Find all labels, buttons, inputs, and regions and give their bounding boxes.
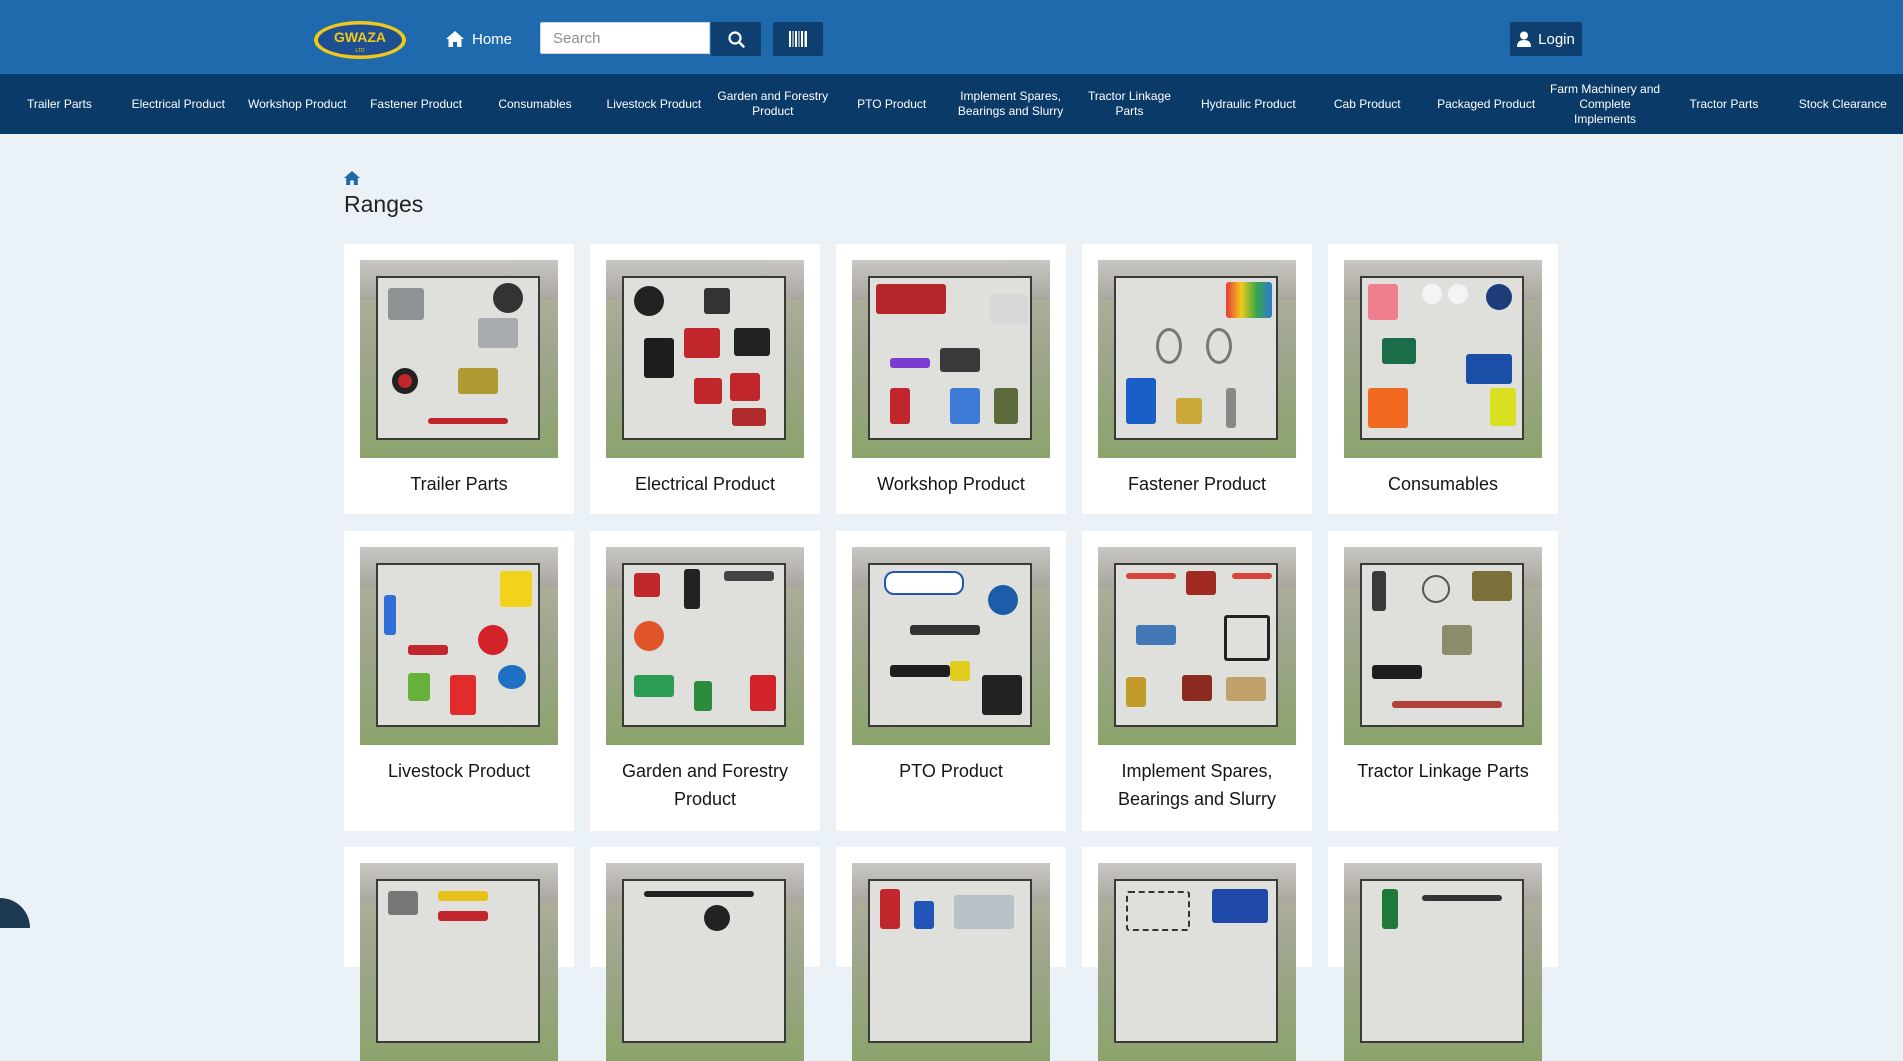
range-image-implement-spares xyxy=(1098,547,1296,745)
range-card-fastener-product[interactable]: Fastener Product xyxy=(1082,244,1312,514)
nav-item-workshop-product[interactable]: Workshop Product xyxy=(238,74,357,134)
range-label: Livestock Product xyxy=(387,761,531,781)
range-label: PTO Product xyxy=(899,761,1003,781)
range-label: Electrical Product xyxy=(634,474,776,494)
range-label: Fastener Product xyxy=(1127,474,1267,494)
search-button[interactable] xyxy=(711,22,761,56)
range-card-consumables[interactable]: Consumables xyxy=(1328,244,1558,514)
range-label: Trailer Parts xyxy=(410,474,508,494)
nav-item-consumables[interactable]: Consumables xyxy=(476,74,595,134)
search-input[interactable] xyxy=(540,22,710,54)
range-card-workshop-product[interactable]: Workshop Product xyxy=(836,244,1066,514)
range-card-garden-forestry[interactable]: Garden and Forestry Product xyxy=(590,531,820,831)
home-label: Home xyxy=(472,30,513,48)
range-image-fastener-product xyxy=(1098,260,1296,458)
nav-item-cab-product[interactable]: Cab Product xyxy=(1308,74,1427,134)
range-card-implement-spares[interactable]: Implement Spares, Bearings and Slurry xyxy=(1082,531,1312,831)
nav-item-trailer-parts[interactable]: Trailer Parts xyxy=(0,74,119,134)
barcode-scan-button[interactable] xyxy=(773,22,823,56)
range-image xyxy=(1344,863,1542,1061)
range-label: Implement Spares, Bearings and Slurry xyxy=(1117,761,1277,809)
nav-item-packaged-product[interactable]: Packaged Product xyxy=(1427,74,1546,134)
search-icon xyxy=(727,30,745,48)
logo-text: GWAZA xyxy=(334,29,386,45)
range-image-livestock-product xyxy=(360,547,558,745)
range-image xyxy=(1098,863,1296,1061)
range-image-consumables xyxy=(1344,260,1542,458)
range-image-pto-product xyxy=(852,547,1050,745)
home-link[interactable]: Home xyxy=(446,24,512,54)
range-image xyxy=(606,863,804,1061)
nav-item-fastener-product[interactable]: Fastener Product xyxy=(357,74,476,134)
top-header: GWAZA LTD Home Login xyxy=(0,0,1903,74)
gwaza-logo[interactable]: GWAZA LTD xyxy=(313,20,407,60)
range-image xyxy=(852,863,1050,1061)
breadcrumb-home-icon[interactable] xyxy=(344,170,360,186)
range-card[interactable] xyxy=(590,847,820,1061)
login-label: Login xyxy=(1538,30,1575,48)
corner-decoration xyxy=(0,898,30,928)
category-nav: Trailer Parts Electrical Product Worksho… xyxy=(0,74,1903,134)
range-image-trailer-parts xyxy=(360,260,558,458)
range-image-electrical-product xyxy=(606,260,804,458)
logo-subtext: LTD xyxy=(355,48,364,54)
range-card-trailer-parts[interactable]: Trailer Parts xyxy=(344,244,574,514)
range-label: Workshop Product xyxy=(877,474,1025,494)
nav-item-livestock-product[interactable]: Livestock Product xyxy=(594,74,713,134)
nav-item-pto-product[interactable]: PTO Product xyxy=(832,74,951,134)
range-card-tractor-linkage[interactable]: Tractor Linkage Parts xyxy=(1328,531,1558,831)
range-card[interactable] xyxy=(1328,847,1558,1061)
range-card[interactable] xyxy=(344,847,574,1061)
nav-item-tractor-parts[interactable]: Tractor Parts xyxy=(1664,74,1783,134)
range-image-tractor-linkage xyxy=(1344,547,1542,745)
range-image xyxy=(360,863,558,1061)
range-label: Tractor Linkage Parts xyxy=(1357,761,1529,781)
range-card[interactable] xyxy=(1082,847,1312,1061)
nav-item-tractor-linkage[interactable]: Tractor Linkage Parts xyxy=(1070,74,1189,134)
nav-item-implement-spares[interactable]: Implement Spares, Bearings and Slurry xyxy=(951,74,1070,134)
range-card-livestock-product[interactable]: Livestock Product xyxy=(344,531,574,831)
range-image-garden-forestry xyxy=(606,547,804,745)
login-button[interactable]: Login xyxy=(1510,22,1582,56)
range-card-pto-product[interactable]: PTO Product xyxy=(836,531,1066,831)
user-icon xyxy=(1517,31,1532,47)
page-title: Ranges xyxy=(344,191,424,217)
range-card-electrical-product[interactable]: Electrical Product xyxy=(590,244,820,514)
home-icon xyxy=(446,31,464,47)
nav-item-stock-clearance[interactable]: Stock Clearance xyxy=(1783,74,1902,134)
nav-item-garden-forestry[interactable]: Garden and Forestry Product xyxy=(713,74,832,134)
range-label: Garden and Forestry Product xyxy=(621,761,789,809)
range-image-workshop-product xyxy=(852,260,1050,458)
range-label: Consumables xyxy=(1387,474,1499,494)
barcode-icon xyxy=(789,31,807,47)
nav-item-hydraulic-product[interactable]: Hydraulic Product xyxy=(1189,74,1308,134)
nav-item-electrical-product[interactable]: Electrical Product xyxy=(119,74,238,134)
nav-item-farm-machinery[interactable]: Farm Machinery and Complete Implements xyxy=(1546,74,1665,134)
range-card[interactable] xyxy=(836,847,1066,1061)
